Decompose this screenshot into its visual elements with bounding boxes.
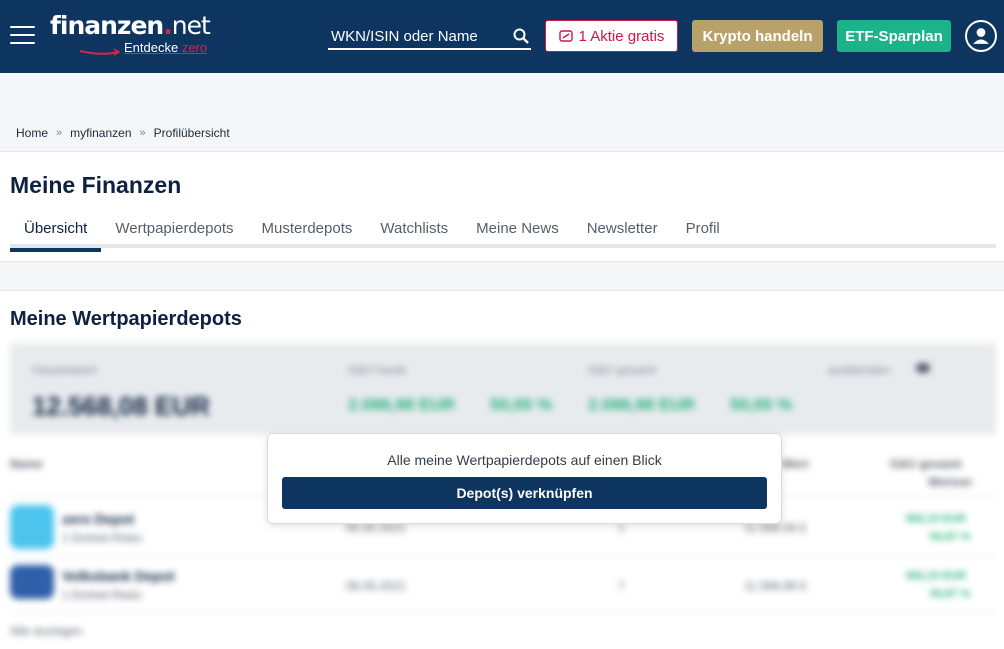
col-gv[interactable]: G&V gesamt — [890, 457, 961, 471]
col-gv-sub: Wertver — [928, 475, 973, 489]
profile-header-panel: Meine Finanzen Übersicht Wertpapierdepot… — [0, 151, 1004, 262]
depot-gv-abs: 982,15 EUR — [906, 570, 966, 582]
overall-label: G&V gesamt — [588, 363, 657, 377]
breadcrumb-myfinanzen[interactable]: myfinanzen — [70, 126, 131, 140]
hide-toggle[interactable]: ausblenden — [828, 363, 890, 377]
breadcrumb: Home » myfinanzen » Profilübersicht — [16, 126, 230, 140]
top-navigation-bar: finanzen.net Entdecke zero 1 Aktie grati… — [0, 0, 1004, 73]
depot-name[interactable]: Volksbank Depot — [62, 568, 175, 584]
overall-pct: 50,00 % — [730, 395, 793, 414]
tab-meine-news[interactable]: Meine News — [462, 208, 573, 248]
depot-sub: 1 Einheit Risko — [62, 531, 143, 545]
tab-musterdepots[interactable]: Musterdepots — [247, 208, 366, 248]
depot-summary-card: Gesamtwert 12.568,08 EUR G&V heute 2.086… — [10, 343, 996, 435]
tab-watchlists[interactable]: Watchlists — [366, 208, 462, 248]
free-share-button[interactable]: 1 Aktie gratis — [545, 20, 678, 52]
user-account-icon[interactable] — [965, 20, 997, 52]
tab-newsletter[interactable]: Newsletter — [573, 208, 672, 248]
link-depot-overlay: Alle meine Wertpapierdepots auf einen Bl… — [267, 433, 782, 524]
search-input[interactable] — [328, 24, 503, 48]
zero-depot-logo — [10, 505, 54, 549]
section-title: Meine Wertpapierdepots — [10, 308, 242, 330]
menu-icon[interactable] — [10, 26, 35, 46]
total-value: 12.568,08 EUR — [32, 391, 210, 421]
row-divider — [10, 556, 996, 557]
page-title: Meine Finanzen — [10, 172, 182, 198]
finanzen-net-logo[interactable]: finanzen.net Entdecke zero — [50, 12, 211, 56]
col-value[interactable]: Wert — [782, 457, 808, 471]
row-divider — [10, 613, 996, 614]
depot-name[interactable]: zero Depot — [62, 511, 134, 527]
breadcrumb-current: Profilübersicht — [153, 126, 230, 140]
today-abs: 2.086,98 EUR — [348, 395, 455, 414]
depot-date: 06.05.2021 — [346, 579, 407, 593]
crypto-trade-button[interactable]: Krypto handeln — [692, 20, 823, 52]
chevron-double-right-icon: » — [139, 127, 146, 139]
depot-sub: 1 Einheit Risko — [62, 588, 143, 602]
volksbank-depot-logo — [10, 565, 54, 599]
search-icon[interactable] — [513, 28, 529, 44]
chevron-double-right-icon: » — [56, 127, 63, 139]
depot-count: 7 — [618, 579, 625, 593]
search-box — [328, 24, 531, 50]
depot-value: 11.589,99 € — [744, 579, 807, 593]
today-pct: 50,00 % — [490, 395, 553, 414]
breadcrumb-home[interactable]: Home — [16, 126, 48, 140]
depot-gv-abs: 982,15 EUR — [906, 513, 966, 525]
tab-wertpapierdepots[interactable]: Wertpapierdepots — [101, 208, 247, 248]
etf-savings-plan-button[interactable]: ETF-Sparplan — [837, 20, 951, 52]
tab-bar: Übersicht Wertpapierdepots Musterdepots … — [10, 208, 996, 252]
overall-abs: 2.086,98 EUR — [588, 395, 695, 414]
col-name[interactable]: Name — [10, 457, 43, 471]
today-label: G&V heute — [348, 363, 407, 377]
tab-profil[interactable]: Profil — [672, 208, 734, 248]
swoosh-arrow-icon — [80, 48, 120, 56]
link-depots-button[interactable]: Depot(s) verknüpfen — [282, 477, 767, 509]
depot-gv-pct: 50,87 % — [930, 531, 971, 543]
depot-gv-pct: 50,87 % — [930, 588, 971, 600]
eye-icon[interactable] — [916, 363, 930, 373]
overlay-message: Alle meine Wertpapierdepots auf einen Bl… — [387, 452, 662, 468]
tab-uebersicht[interactable]: Übersicht — [10, 208, 102, 252]
coupon-icon — [558, 30, 573, 42]
show-all-link[interactable]: Alle anzeigen — [10, 624, 82, 638]
total-label: Gesamtwert — [32, 363, 97, 377]
